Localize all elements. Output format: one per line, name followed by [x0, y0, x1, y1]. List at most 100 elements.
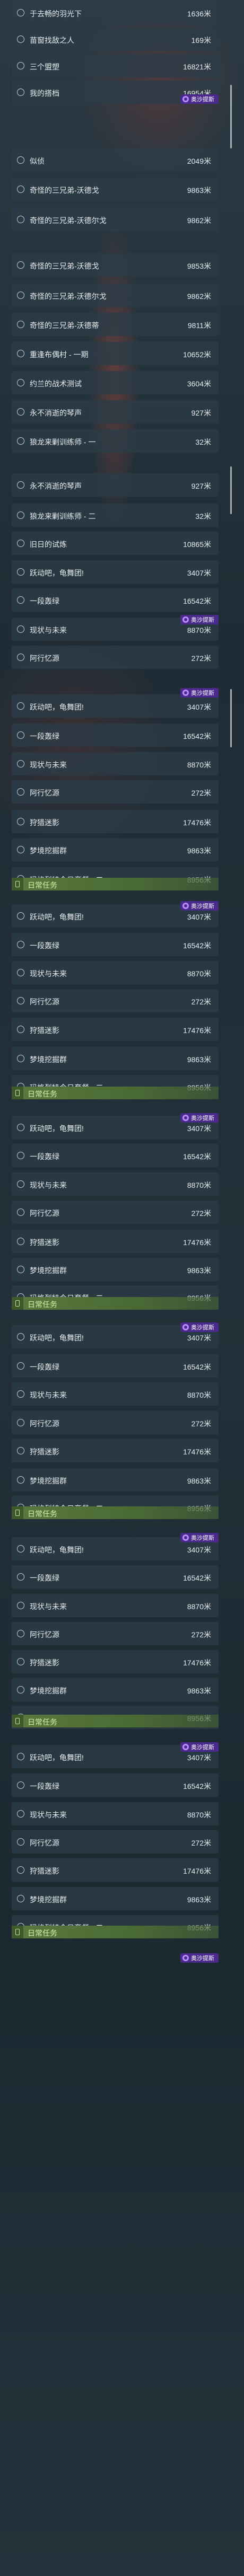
quest-row[interactable]: 阿行忆源 272米 [12, 1201, 219, 1224]
radio-circle-icon[interactable] [17, 818, 24, 825]
quest-row[interactable]: 永不消逝的琴声 927米 [12, 473, 219, 497]
quest-row[interactable]: 现状与未来 8870米 [12, 961, 219, 984]
quest-row[interactable]: 梦境挖掘群 9863米 [12, 1678, 219, 1701]
quest-row[interactable]: 奇怪的三兄弟-沃德戈 9863米 [12, 178, 219, 201]
quest-row[interactable]: 一段轰绿 16542米 [12, 1354, 219, 1378]
quest-row[interactable]: 狼龙来剿训练师 - 二 32米 [12, 504, 219, 527]
radio-circle-icon[interactable] [17, 186, 24, 193]
quest-row[interactable]: 一段轰绿 16542米 [12, 724, 219, 747]
radio-circle-icon[interactable] [17, 1180, 24, 1188]
quest-row[interactable]: 永不消逝的琴声 927米 [12, 400, 219, 424]
quest-row[interactable]: 狩猎迷影 17476米 [12, 1230, 219, 1253]
radio-circle-icon[interactable] [17, 1055, 24, 1062]
radio-circle-icon[interactable] [17, 9, 24, 16]
radio-circle-icon[interactable] [17, 62, 24, 69]
radio-circle-icon[interactable] [17, 511, 24, 519]
quest-row[interactable]: 现状与未来 8870米 [12, 1382, 219, 1406]
radio-circle-icon[interactable] [17, 1419, 24, 1426]
radio-circle-icon[interactable] [17, 1362, 24, 1370]
quest-row[interactable]: 现状与未来 8870米 [12, 1594, 219, 1617]
radio-circle-icon[interactable] [17, 1573, 24, 1581]
quest-row[interactable]: 阿行忆源 272米 [12, 1622, 219, 1645]
quest-row[interactable]: 现状与未来 8870米 [12, 752, 219, 775]
radio-circle-icon[interactable] [17, 1390, 24, 1398]
radio-circle-icon[interactable] [17, 1753, 24, 1760]
quest-row[interactable]: 跃动吧，龟舞团! 3407米 [12, 694, 219, 718]
radio-circle-icon[interactable] [17, 969, 24, 976]
radio-circle-icon[interactable] [17, 596, 24, 604]
radio-circle-icon[interactable] [17, 36, 24, 43]
radio-circle-icon[interactable] [17, 1658, 24, 1665]
radio-circle-icon[interactable] [17, 292, 24, 299]
radio-circle-icon[interactable] [17, 912, 24, 920]
radio-circle-icon[interactable] [17, 1866, 24, 1874]
radio-circle-icon[interactable] [17, 89, 24, 96]
radio-circle-icon[interactable] [17, 1152, 24, 1159]
quest-row[interactable]: 于去畅的羽光下 1636米 [12, 1, 219, 24]
radio-circle-icon[interactable] [17, 654, 24, 661]
radio-circle-icon[interactable] [17, 1208, 24, 1216]
quest-row[interactable]: 狼龙来剿训练师 - 一 32米 [12, 429, 219, 453]
scrollbar-thumb[interactable] [230, 466, 232, 514]
radio-circle-icon[interactable] [17, 156, 24, 164]
radio-circle-icon[interactable] [17, 408, 24, 416]
quest-row[interactable]: 阿行忆源 272米 [12, 1411, 219, 1434]
radio-circle-icon[interactable] [17, 437, 24, 445]
radio-circle-icon[interactable] [17, 1124, 24, 1131]
radio-circle-icon[interactable] [17, 1333, 24, 1340]
quest-row[interactable]: 奇怪的三兄弟-沃德尔戈 9862米 [12, 284, 219, 307]
radio-circle-icon[interactable] [17, 997, 24, 1004]
quest-row[interactable]: 一段轰绿 16542米 [12, 588, 219, 612]
radio-circle-icon[interactable] [17, 1895, 24, 1902]
quest-row[interactable]: 现状与未来 8870米 [12, 1802, 219, 1825]
radio-circle-icon[interactable] [17, 1238, 24, 1245]
scrollbar-thumb[interactable] [230, 85, 232, 148]
quest-row[interactable]: 梦境挖掘群 9863米 [12, 838, 219, 861]
radio-circle-icon[interactable] [17, 1476, 24, 1484]
radio-circle-icon[interactable] [17, 261, 24, 269]
radio-circle-icon[interactable] [17, 625, 24, 633]
quest-row[interactable]: 一段轰绿 16542米 [12, 1565, 219, 1589]
radio-circle-icon[interactable] [17, 568, 24, 576]
radio-circle-icon[interactable] [17, 1781, 24, 1789]
radio-circle-icon[interactable] [17, 1545, 24, 1552]
quest-row[interactable]: 一段轰绿 16542米 [12, 933, 219, 956]
radio-circle-icon[interactable] [17, 1602, 24, 1609]
radio-circle-icon[interactable] [17, 788, 24, 796]
quest-row[interactable]: 奇怪的三兄弟-沃德尔戈 9862米 [12, 208, 219, 231]
quest-row[interactable]: 现状与未来 8870米 [12, 1172, 219, 1196]
radio-circle-icon[interactable] [17, 379, 24, 386]
radio-circle-icon[interactable] [17, 481, 24, 489]
scrollbar-thumb[interactable] [230, 689, 232, 747]
quest-row[interactable]: 重逢布偶村 - 一期 10652米 [12, 342, 219, 365]
radio-circle-icon[interactable] [17, 350, 24, 357]
radio-circle-icon[interactable] [17, 1686, 24, 1693]
radio-circle-icon[interactable] [17, 216, 24, 223]
radio-circle-icon[interactable] [17, 1810, 24, 1818]
quest-row[interactable]: 阿行忆源 272米 [12, 646, 219, 669]
quest-row[interactable]: 阿行忆源 272米 [12, 989, 219, 1012]
quest-row[interactable]: 跃动吧，龟舞团! 3407米 [12, 560, 219, 584]
quest-row[interactable]: 梦境挖掘群 9863米 [12, 1468, 219, 1492]
radio-circle-icon[interactable] [17, 1447, 24, 1454]
radio-circle-icon[interactable] [17, 1266, 24, 1273]
quest-row[interactable]: 似侦 2049米 [12, 148, 219, 172]
quest-row[interactable]: 狩猎迷影 17476米 [12, 1018, 219, 1041]
radio-circle-icon[interactable] [17, 540, 24, 547]
quest-row[interactable]: 狩猎迷影 17476米 [12, 1439, 219, 1462]
quest-row[interactable]: 一段轰绿 16542米 [12, 1774, 219, 1797]
radio-circle-icon[interactable] [17, 846, 24, 853]
radio-circle-icon[interactable] [17, 760, 24, 767]
radio-circle-icon[interactable] [17, 731, 24, 739]
quest-row[interactable]: 苗窗找敌之人 169米 [12, 28, 219, 51]
radio-circle-icon[interactable] [17, 1630, 24, 1637]
quest-row[interactable]: 旧日的试炼 10865米 [12, 532, 219, 555]
quest-row[interactable]: 梦境挖掘群 9863米 [12, 1258, 219, 1281]
quest-row[interactable]: 奇怪的三兄弟-沃德戈 9853米 [12, 253, 219, 277]
radio-circle-icon[interactable] [17, 702, 24, 710]
quest-row[interactable]: 三个盟塑 16821米 [12, 54, 219, 77]
quest-row[interactable]: 狩猎迷影 17476米 [12, 1650, 219, 1673]
quest-row[interactable]: 狩猎迷影 17476米 [12, 1858, 219, 1882]
radio-circle-icon[interactable] [17, 1838, 24, 1846]
quest-row[interactable]: 奇怪的三兄弟-沃德蒂 9811米 [12, 313, 219, 336]
